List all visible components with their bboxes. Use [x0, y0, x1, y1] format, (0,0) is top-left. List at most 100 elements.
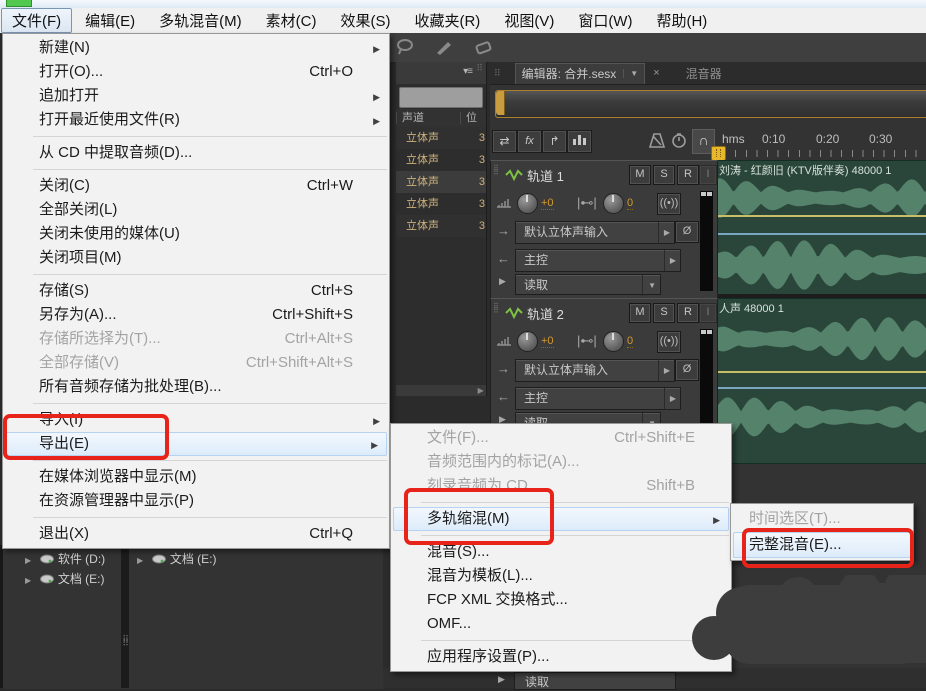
automation-select-partial[interactable]: 读取	[514, 672, 676, 690]
expander-icon[interactable]: ▶	[137, 556, 143, 565]
track-name[interactable]: 轨道 1	[527, 166, 564, 185]
volume-value[interactable]: +0	[541, 335, 554, 348]
menu-item-mixdown[interactable]: 混音(S)...	[391, 540, 731, 564]
column-channel[interactable]: 声道	[396, 112, 460, 124]
mute-button[interactable]: M	[629, 165, 651, 185]
volume-envelope[interactable]	[715, 215, 926, 217]
expander-icon[interactable]: ▶	[25, 576, 31, 585]
zoom-navigation-bar[interactable]	[495, 90, 926, 118]
file-row[interactable]: 立体声3	[396, 127, 486, 149]
file-row[interactable]: 立体声3	[396, 171, 486, 193]
menu-item-open-recent[interactable]: 打开最近使用文件(R)▶	[3, 108, 389, 132]
menu-item-save[interactable]: 存储(S)Ctrl+S	[3, 279, 389, 303]
monitor-input-icon[interactable]: ((•))	[657, 331, 681, 353]
expand-arrow-icon[interactable]: ▶	[498, 674, 505, 685]
pan-envelope[interactable]	[715, 233, 926, 235]
menu-item-import[interactable]: 导入(I)▶	[3, 408, 389, 432]
record-arm-button[interactable]: R	[677, 165, 699, 185]
menu-favorites[interactable]: 收藏夹(R)	[403, 8, 491, 33]
drive-item[interactable]: ▶ 文档 (E:)	[137, 550, 217, 568]
automation-select[interactable]: 读取▼	[515, 274, 661, 295]
phase-button[interactable]: Ø	[675, 359, 699, 381]
volume-knob[interactable]	[517, 193, 538, 214]
file-row[interactable]: 立体声3	[396, 193, 486, 215]
menu-item-entire-session[interactable]: 完整混音(E)...	[733, 532, 911, 558]
panel-grip-icon[interactable]: ⠿	[476, 66, 483, 70]
menu-item-application-settings[interactable]: 应用程序设置(P)...	[391, 645, 731, 669]
output-select[interactable]: 主控▶	[515, 249, 681, 272]
files-search-box[interactable]	[399, 87, 483, 108]
pan-value[interactable]: 0	[627, 197, 633, 210]
pan-knob[interactable]	[603, 193, 624, 214]
menu-edit[interactable]: 编辑(E)	[74, 8, 146, 33]
audio-clip[interactable]: 人声 48000 1	[714, 298, 926, 464]
timer-icon[interactable]	[671, 132, 688, 154]
menu-item-new[interactable]: 新建(N)▶	[3, 36, 389, 60]
menu-item-close-unused[interactable]: 关闭未使用的媒体(U)	[3, 222, 389, 246]
audio-clip[interactable]: 刘涛 - 红颜旧 (KTV版伴奏) 48000 1	[714, 160, 926, 296]
input-select[interactable]: 默认立体声输入▶	[515, 359, 675, 382]
menu-item-mixdown-template[interactable]: 混音为模板(L)...	[391, 564, 731, 588]
tab-editor-active[interactable]: 编辑器: 合并.sesx ▼	[515, 63, 646, 84]
menu-item-save-as[interactable]: 另存为(A)...Ctrl+Shift+S	[3, 303, 389, 327]
output-select[interactable]: 主控▶	[515, 387, 681, 410]
volume-envelope[interactable]	[715, 371, 926, 373]
pan-knob[interactable]	[603, 331, 624, 352]
move-tool-button[interactable]: ⇄	[492, 130, 517, 153]
menu-item-extract-cd[interactable]: 从 CD 中提取音频(D)...	[3, 141, 389, 165]
expander-icon[interactable]: ▶	[25, 556, 31, 565]
fx-button[interactable]: fx	[517, 130, 542, 153]
meters-button[interactable]	[567, 130, 592, 153]
tab-dropdown-icon[interactable]: ▼	[623, 69, 638, 78]
drive-item[interactable]: ▶ 软件 (D:)	[25, 550, 105, 568]
record-arm-button[interactable]: R	[677, 303, 699, 323]
volume-value[interactable]: +0	[541, 197, 554, 210]
eraser-tool-icon[interactable]	[473, 38, 495, 56]
phase-button[interactable]: Ø	[675, 221, 699, 243]
panel-menu-icon[interactable]: ▾≡	[463, 66, 472, 77]
mute-button[interactable]: M	[629, 303, 651, 323]
panel-grip-icon[interactable]: ⠿	[494, 71, 501, 75]
menu-item-close-session[interactable]: 关闭项目(M)	[3, 246, 389, 270]
slip-tool-button[interactable]: ↱	[542, 130, 567, 153]
menu-item-multitrack-mixdown[interactable]: 多轨缩混(M)▶	[393, 507, 729, 531]
menu-item-save-all-audio-batch[interactable]: 所有音频存储为批处理(B)...	[3, 375, 389, 399]
file-row[interactable]: 立体声3	[396, 215, 486, 237]
track-name[interactable]: 轨道 2	[527, 304, 564, 323]
menu-multitrack[interactable]: 多轨混音(M)	[148, 8, 253, 33]
pan-value[interactable]: 0	[627, 335, 633, 348]
metronome-icon[interactable]	[648, 132, 666, 154]
menu-window[interactable]: 窗口(W)	[567, 8, 643, 33]
menu-item-reveal-media-browser[interactable]: 在媒体浏览器中显示(M)	[3, 465, 389, 489]
menu-item-omf[interactable]: OMF...	[391, 612, 731, 636]
timeline-ruler[interactable]: hms 0:10 0:20 0:30	[714, 126, 926, 160]
menu-item-reveal-explorer[interactable]: 在资源管理器中显示(P)	[3, 489, 389, 513]
menu-item-open[interactable]: 打开(O)...Ctrl+O	[3, 60, 389, 84]
menu-view[interactable]: 视图(V)	[493, 8, 565, 33]
file-row[interactable]: 立体声3	[396, 149, 486, 171]
monitor-button[interactable]: I	[699, 165, 717, 185]
expand-arrow-icon[interactable]: ▶	[499, 276, 506, 287]
brush-tool-icon[interactable]	[434, 38, 456, 56]
input-select[interactable]: 默认立体声输入▶	[515, 221, 675, 244]
panel-divider[interactable]: ⠿⠿	[121, 545, 129, 688]
menu-item-fcp-xml[interactable]: FCP XML 交换格式...	[391, 588, 731, 612]
tab-close-icon[interactable]: ×	[653, 67, 659, 79]
menu-item-close-all[interactable]: 全部关闭(L)	[3, 198, 389, 222]
track-grip-icon[interactable]: ⠿⠿	[493, 305, 499, 313]
drive-item[interactable]: ▶ 文档 (E:)	[25, 570, 105, 588]
menu-help[interactable]: 帮助(H)	[645, 8, 718, 33]
column-bits[interactable]: 位	[460, 112, 477, 124]
menu-file[interactable]: 文件(F)	[1, 8, 72, 33]
menu-clip[interactable]: 素材(C)	[255, 8, 328, 33]
pan-envelope[interactable]	[715, 387, 926, 389]
volume-knob[interactable]	[517, 331, 538, 352]
monitor-input-icon[interactable]: ((•))	[657, 193, 681, 215]
menu-item-exit[interactable]: 退出(X)Ctrl+Q	[3, 522, 389, 546]
track-grip-icon[interactable]: ⠿⠿	[493, 167, 499, 175]
monitor-button[interactable]: I	[699, 303, 717, 323]
files-hscrollbar[interactable]: ▶	[396, 385, 486, 396]
lasso-tool-icon[interactable]	[396, 38, 418, 56]
solo-button[interactable]: S	[653, 303, 675, 323]
nav-left-handle[interactable]	[496, 91, 505, 115]
